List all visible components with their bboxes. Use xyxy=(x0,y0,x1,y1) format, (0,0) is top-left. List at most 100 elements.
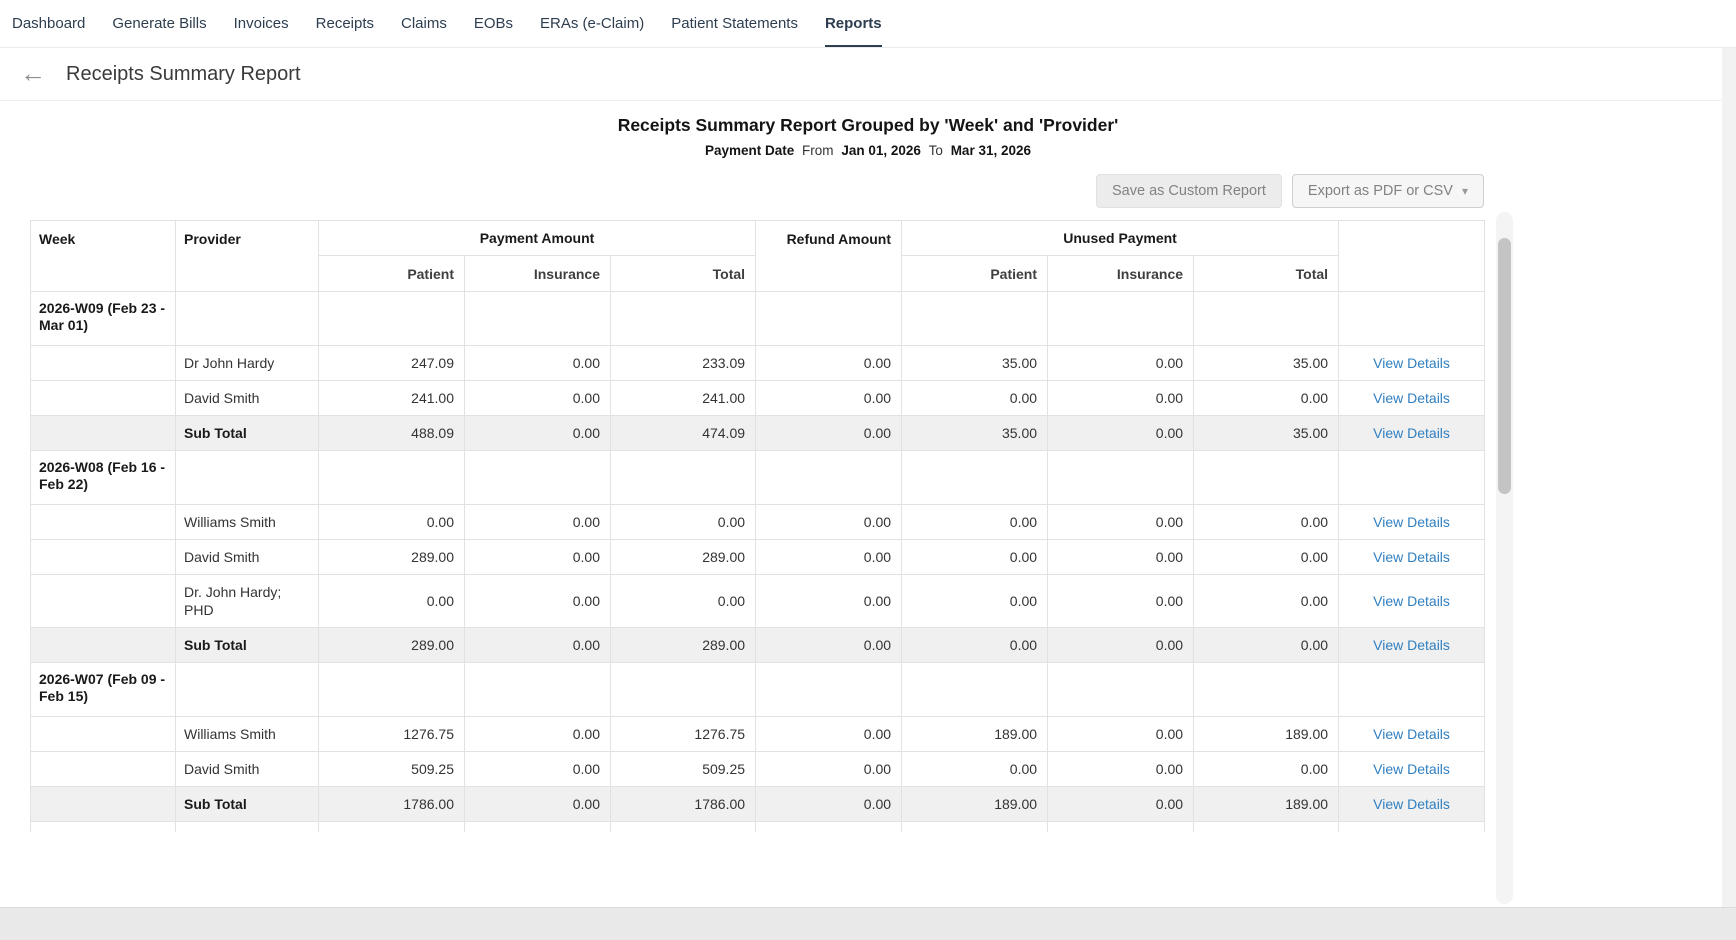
nav-tab-eras[interactable]: ERAs (e-Claim) xyxy=(540,0,644,47)
empty-cell xyxy=(1339,822,1485,832)
empty-cell xyxy=(465,292,611,346)
scrollbar-thumb[interactable] xyxy=(1498,238,1511,494)
empty-cell xyxy=(756,451,902,505)
col-header-refund-amount: Refund Amount xyxy=(756,221,902,292)
unused-insurance-amount: 0.00 xyxy=(1048,505,1194,540)
week-cell-empty xyxy=(31,717,176,752)
unused-insurance-amount: 0.00 xyxy=(1048,717,1194,752)
nav-tab-claims[interactable]: Claims xyxy=(401,0,447,47)
payment-insurance-amount: 0.00 xyxy=(465,505,611,540)
refund-amount: 0.00 xyxy=(756,381,902,416)
payment-patient-amount: 509.25 xyxy=(319,752,465,787)
subtotal-row: Sub Total289.000.00289.000.000.000.000.0… xyxy=(31,628,1485,663)
week-label: 2026-W07 (Feb 09 - Feb 15) xyxy=(31,663,176,717)
back-arrow-icon[interactable]: ← xyxy=(20,60,46,86)
report-date-range: Payment Date From Jan 01, 2026 To Mar 31… xyxy=(17,143,1719,158)
unused-insurance-amount: 0.00 xyxy=(1048,346,1194,381)
payment-insurance-amount: 0.00 xyxy=(465,346,611,381)
empty-cell xyxy=(756,663,902,717)
col-header-payment-total: Total xyxy=(611,256,756,292)
week-cell-empty xyxy=(31,416,176,451)
week-cell-empty xyxy=(31,346,176,381)
view-details-link[interactable]: View Details xyxy=(1373,761,1450,777)
vertical-scrollbar[interactable] xyxy=(1496,212,1513,904)
view-details-link[interactable]: View Details xyxy=(1373,549,1450,565)
unused-total-amount: 0.00 xyxy=(1194,381,1339,416)
view-details-link[interactable]: View Details xyxy=(1373,593,1450,609)
report-table: Week Provider Payment Amount Refund Amou… xyxy=(30,220,1485,832)
unused-insurance-amount: 0.00 xyxy=(1048,416,1194,451)
view-details-link[interactable]: View Details xyxy=(1373,390,1450,406)
right-gutter xyxy=(1722,48,1736,908)
unused-total-amount: 0.00 xyxy=(1194,752,1339,787)
view-details-link[interactable]: View Details xyxy=(1373,726,1450,742)
unused-patient-amount: 189.00 xyxy=(902,787,1048,822)
empty-cell xyxy=(176,451,319,505)
unused-total-amount: 189.00 xyxy=(1194,717,1339,752)
view-details-link[interactable]: View Details xyxy=(1373,796,1450,812)
view-details-link[interactable]: View Details xyxy=(1373,514,1450,530)
view-details-cell: View Details xyxy=(1339,575,1485,628)
view-details-cell: View Details xyxy=(1339,540,1485,575)
payment-insurance-amount: 0.00 xyxy=(465,381,611,416)
empty-cell xyxy=(902,451,1048,505)
report-actions: Save as Custom Report Export as PDF or C… xyxy=(30,174,1484,208)
payment-total-amount: 289.00 xyxy=(611,628,756,663)
payment-total-amount: 1786.00 xyxy=(611,787,756,822)
view-details-link[interactable]: View Details xyxy=(1373,355,1450,371)
provider-name: Williams Smith xyxy=(176,505,319,540)
provider-name: Williams Smith xyxy=(176,717,319,752)
unused-patient-amount: 0.00 xyxy=(902,540,1048,575)
nav-tab-reports[interactable]: Reports xyxy=(825,0,882,47)
col-header-unused-payment: Unused Payment xyxy=(902,221,1339,256)
chevron-down-icon: ▾ xyxy=(1462,185,1468,197)
nav-tab-generate-bills[interactable]: Generate Bills xyxy=(112,0,206,47)
view-details-link[interactable]: View Details xyxy=(1373,425,1450,441)
unused-insurance-amount: 0.00 xyxy=(1048,752,1194,787)
nav-tab-eobs[interactable]: EOBs xyxy=(474,0,513,47)
empty-cell xyxy=(611,822,756,832)
col-header-provider: Provider xyxy=(176,221,319,292)
refund-amount: 0.00 xyxy=(756,505,902,540)
report-title: Receipts Summary Report Grouped by 'Week… xyxy=(17,115,1719,136)
col-header-unused-patient: Patient xyxy=(902,256,1048,292)
week-cell-empty xyxy=(31,505,176,540)
export-pdf-csv-button[interactable]: Export as PDF or CSV ▾ xyxy=(1292,174,1484,208)
unused-patient-amount: 189.00 xyxy=(902,717,1048,752)
from-date: Jan 01, 2026 xyxy=(841,143,921,158)
nav-tab-receipts[interactable]: Receipts xyxy=(316,0,374,47)
unused-insurance-amount: 0.00 xyxy=(1048,575,1194,628)
empty-cell xyxy=(902,663,1048,717)
date-filter-label: Payment Date xyxy=(705,143,794,158)
nav-tab-invoices[interactable]: Invoices xyxy=(234,0,289,47)
view-details-link[interactable]: View Details xyxy=(1373,637,1450,653)
refund-amount: 0.00 xyxy=(756,752,902,787)
unused-total-amount: 35.00 xyxy=(1194,416,1339,451)
save-as-custom-report-button[interactable]: Save as Custom Report xyxy=(1096,174,1282,208)
from-label: From xyxy=(802,143,834,158)
empty-cell xyxy=(1048,663,1194,717)
empty-cell xyxy=(1048,451,1194,505)
empty-cell xyxy=(465,822,611,832)
empty-cell xyxy=(176,292,319,346)
view-details-cell: View Details xyxy=(1339,505,1485,540)
week-cell-empty xyxy=(31,628,176,663)
nav-tab-dashboard[interactable]: Dashboard xyxy=(12,0,85,47)
payment-insurance-amount: 0.00 xyxy=(465,540,611,575)
payment-insurance-amount: 0.00 xyxy=(465,717,611,752)
empty-cell xyxy=(611,292,756,346)
page-header: ← Receipts Summary Report xyxy=(0,48,1736,101)
payment-patient-amount: 289.00 xyxy=(319,628,465,663)
nav-tab-patient-statements[interactable]: Patient Statements xyxy=(671,0,798,47)
week-cell-empty xyxy=(31,752,176,787)
provider-row: Williams Smith0.000.000.000.000.000.000.… xyxy=(31,505,1485,540)
payment-insurance-amount: 0.00 xyxy=(465,416,611,451)
unused-patient-amount: 0.00 xyxy=(902,575,1048,628)
refund-amount: 0.00 xyxy=(756,717,902,752)
empty-cell xyxy=(1339,292,1485,346)
empty-cell xyxy=(611,451,756,505)
unused-total-amount: 0.00 xyxy=(1194,628,1339,663)
provider-row: David Smith289.000.00289.000.000.000.000… xyxy=(31,540,1485,575)
page-title: Receipts Summary Report xyxy=(66,63,301,86)
to-date: Mar 31, 2026 xyxy=(951,143,1031,158)
